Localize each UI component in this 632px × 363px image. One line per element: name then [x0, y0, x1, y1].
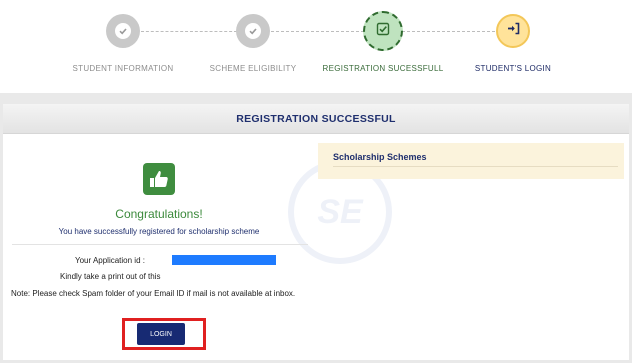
page-title: REGISTRATION SUCCESSFUL	[236, 112, 396, 125]
step-label: STUDENT'S LOGIN	[474, 64, 552, 73]
success-message: You have successfully registered for sch…	[58, 227, 260, 236]
step-label: STUDENT INFORMATION	[72, 64, 174, 73]
check-icon	[245, 23, 261, 39]
divider	[333, 166, 618, 167]
step-students-login	[496, 14, 530, 48]
step-label: REGISTRATION SUCESSFULL	[322, 64, 444, 73]
login-button[interactable]: LOGIN	[137, 323, 185, 345]
application-id-value-redacted	[172, 255, 276, 265]
print-note: Kindly take a print out of this	[60, 272, 161, 281]
application-id-label: Your Application id :	[75, 256, 145, 265]
scholarship-schemes-title: Scholarship Schemes	[333, 152, 427, 162]
step-connector	[271, 31, 364, 32]
step-student-information	[106, 14, 140, 48]
sign-in-icon	[507, 22, 520, 40]
thumbs-up-icon	[143, 163, 175, 195]
step-label: SCHEME ELIGIBILITY	[209, 64, 297, 73]
step-connector	[402, 31, 495, 32]
step-connector	[141, 31, 237, 32]
check-icon	[115, 23, 131, 39]
progress-stepper: STUDENT INFORMATION SCHEME ELIGIBILITY R…	[0, 0, 632, 93]
congratulations-heading: Congratulations!	[115, 207, 203, 221]
spam-folder-note: Note: Please check Spam folder of your E…	[11, 289, 296, 298]
checkbox-icon	[376, 22, 390, 41]
divider	[12, 244, 308, 245]
step-registration-successful	[363, 11, 403, 51]
card-header: REGISTRATION SUCCESSFUL	[3, 104, 629, 134]
step-scheme-eligibility	[236, 14, 270, 48]
